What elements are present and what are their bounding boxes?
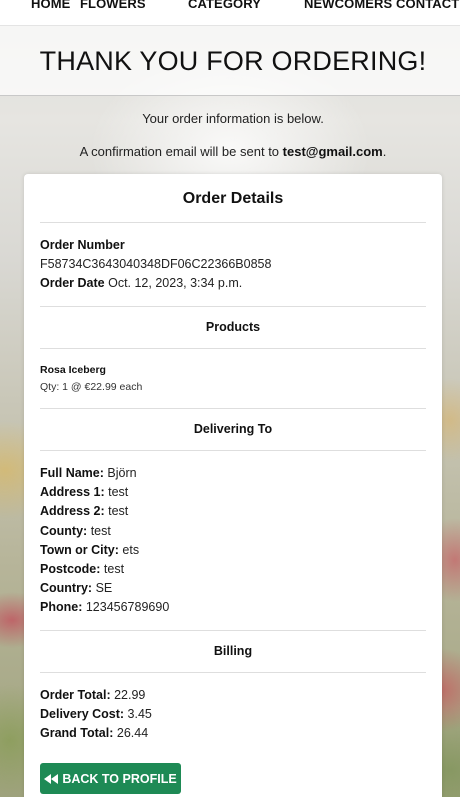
phone-value: 123456789690 [85, 600, 170, 614]
order-date-row: Order Date Oct. 12, 2023, 3:34 p.m. [40, 276, 242, 290]
hero-banner: THANK YOU FOR ORDERING! [0, 26, 460, 96]
double-left-arrow-icon [44, 773, 59, 784]
order-date-label: Order Date [40, 276, 105, 290]
postcode-label: Postcode: [40, 562, 101, 576]
divider [40, 408, 426, 409]
divider [40, 222, 426, 223]
phone-row: Phone: 123456789690 [40, 600, 169, 614]
confirmation-email-prefix: A confirmation email will be sent to [79, 144, 283, 159]
divider [40, 672, 426, 673]
county-value: test [90, 524, 111, 538]
address1-row: Address 1: test [40, 485, 128, 499]
billing-section-title: Billing [213, 644, 253, 658]
divider [40, 450, 426, 451]
address2-value: test [108, 504, 129, 518]
order-info-text: Your order information is below. [142, 111, 324, 126]
nav-home-link[interactable]: HOME [31, 0, 70, 11]
delivery-cost-value: 3.45 [127, 707, 152, 721]
navbar: HOME FLOWERS CATEGORY NEWCOMERS CONTACT [0, 0, 460, 26]
product-name: Rosa Iceberg [40, 364, 106, 376]
full-name-label: Full Name: [40, 466, 104, 480]
order-details-title: Order Details [182, 190, 284, 207]
order-date-value: Oct. 12, 2023, 3:34 p.m. [108, 276, 243, 290]
back-to-profile-label: BACK TO PROFILE [62, 771, 177, 786]
full-name-row: Full Name: Björn [40, 466, 137, 480]
country-value: SE [95, 581, 113, 595]
order-details-card: Order Details Order Number F58734C364304… [24, 174, 442, 797]
postcode-row: Postcode: test [40, 562, 124, 576]
confirmation-email-address: test@gmail.com [282, 144, 383, 159]
delivery-cost-row: Delivery Cost: 3.45 [40, 707, 152, 721]
town-row: Town or City: ets [40, 543, 139, 557]
nav-flowers-link[interactable]: FLOWERS [80, 0, 146, 11]
town-value: ets [122, 543, 140, 557]
county-label: County: [40, 524, 88, 538]
divider [40, 306, 426, 307]
product-qty: Qty: 1 @ €22.99 each [40, 381, 143, 393]
products-section-title: Products [205, 320, 261, 334]
grand-total-value: 26.44 [116, 726, 149, 740]
nav-newcomers-link[interactable]: NEWCOMERS [304, 0, 392, 11]
divider [40, 348, 426, 349]
address2-label: Address 2: [40, 504, 105, 518]
back-to-profile-button[interactable]: BACK TO PROFILE [40, 763, 181, 794]
postcode-value: test [103, 562, 125, 576]
address2-row: Address 2: test [40, 504, 128, 518]
country-label: Country: [40, 581, 93, 595]
order-number-label: Order Number [40, 238, 125, 252]
town-label: Town or City: [40, 543, 119, 557]
confirmation-email-suffix: . [382, 144, 387, 159]
grand-total-label: Grand Total: [40, 726, 114, 740]
address1-label: Address 1: [40, 485, 105, 499]
full-name-value: Björn [107, 466, 137, 480]
delivering-section-title: Delivering To [193, 422, 273, 436]
order-total-row: Order Total: 22.99 [40, 688, 145, 702]
order-total-label: Order Total: [40, 688, 111, 702]
divider [40, 630, 426, 631]
order-number-value: F58734C3643040348DF06C22366B0858 [40, 257, 272, 271]
phone-label: Phone: [40, 600, 83, 614]
nav-category-link[interactable]: CATEGORY [188, 0, 261, 11]
country-row: Country: SE [40, 581, 112, 595]
grand-total-row: Grand Total: 26.44 [40, 726, 148, 740]
order-total-value: 22.99 [114, 688, 146, 702]
address1-value: test [108, 485, 129, 499]
confirmation-email-text: A confirmation email will be sent to tes… [0, 144, 460, 159]
page-title: THANK YOU FOR ORDERING! [39, 46, 427, 76]
county-row: County: test [40, 524, 111, 538]
delivery-cost-label: Delivery Cost: [40, 707, 125, 721]
nav-contact-link[interactable]: CONTACT [396, 0, 459, 11]
